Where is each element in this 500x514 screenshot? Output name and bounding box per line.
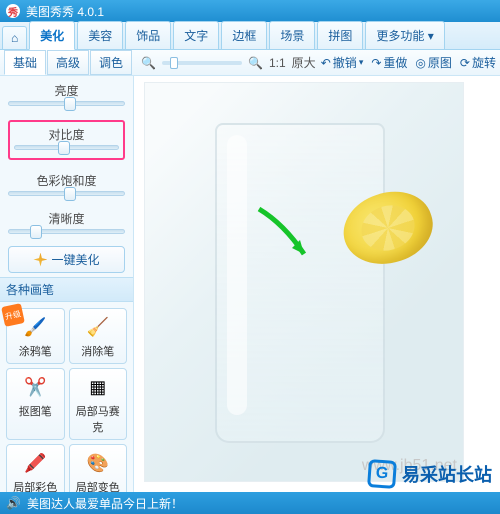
saturation-slider[interactable]	[8, 191, 125, 196]
tool-recolor[interactable]: 🎨局部变色笔	[69, 444, 128, 492]
subtabs: 基础 高级 调色	[4, 50, 133, 75]
site-name: 易采站长站	[402, 461, 492, 487]
status-bar: 🔊 美图达人最爱单品今日上新！	[0, 492, 500, 514]
contrast-slider[interactable]	[14, 145, 119, 150]
toolbar: 基础 高级 调色 🔍 🔍 1:1 原大 ↶撤销▾ ↷重做 ◎原图 ⟳旋转	[0, 50, 500, 76]
subtab-basic[interactable]: 基础	[4, 50, 46, 75]
color-brush-icon: 🖍️	[21, 449, 49, 477]
canvas-area: www.jb51.net	[134, 76, 500, 492]
onekey-beautify-button[interactable]: 一键美化	[8, 246, 125, 273]
tab-text[interactable]: 文字	[173, 21, 219, 49]
brightness-slider[interactable]	[8, 101, 125, 106]
subtab-tone[interactable]: 调色	[90, 50, 132, 75]
mosaic-icon: ▦	[84, 373, 112, 401]
tab-home[interactable]: ⌂	[2, 26, 27, 49]
sharpness-label: 清晰度	[8, 210, 125, 227]
eraser-icon: 🧹	[84, 313, 112, 341]
brush-section-title: 各种画笔	[0, 277, 133, 302]
brush-icon: 🖌️	[21, 313, 49, 341]
rotate-button[interactable]: ⟳旋转	[460, 54, 496, 71]
contrast-highlight: 对比度	[8, 120, 125, 160]
brightness-block: 亮度	[0, 76, 133, 114]
tool-colorize[interactable]: 🖍️局部彩色笔	[6, 444, 65, 492]
image-preview[interactable]: www.jb51.net	[144, 82, 464, 482]
zoom-label[interactable]: 原大	[292, 54, 316, 71]
speaker-icon: 🔊	[6, 496, 21, 510]
zoom-in-icon[interactable]: 🔍	[248, 56, 263, 70]
zoom-slider[interactable]	[162, 61, 242, 65]
footer-text: 美图达人最爱单品今日上新！	[27, 495, 183, 512]
wand-icon	[33, 253, 47, 267]
tab-collage[interactable]: 拼图	[317, 21, 363, 49]
undo-button[interactable]: ↶撤销▾	[321, 54, 364, 71]
tab-more[interactable]: 更多功能 ▾	[365, 21, 444, 49]
zoom-ratio: 1:1	[269, 56, 286, 70]
tool-graffiti[interactable]: 升级 🖌️涂鸦笔	[6, 308, 65, 364]
sharpness-block: 清晰度	[0, 204, 133, 242]
title-bar: 秀 美图秀秀 4.0.1	[0, 0, 500, 22]
tab-face[interactable]: 美容	[77, 21, 123, 49]
main-area: 亮度 对比度 色彩饱和度 清晰度 一键美化 各种画笔 升级 🖌️涂鸦笔	[0, 76, 500, 492]
saturation-block: 色彩饱和度	[0, 166, 133, 204]
subtab-advanced[interactable]: 高级	[47, 50, 89, 75]
zoom-out-icon[interactable]: 🔍	[141, 56, 156, 70]
glass-graphic	[215, 123, 385, 443]
sidebar: 亮度 对比度 色彩饱和度 清晰度 一键美化 各种画笔 升级 🖌️涂鸦笔	[0, 76, 134, 492]
tab-scene[interactable]: 场景	[269, 21, 315, 49]
site-mark-icon: G	[367, 459, 397, 489]
upgrade-badge: 升级	[1, 303, 25, 327]
onekey-label: 一键美化	[51, 251, 99, 268]
brush-grid: 升级 🖌️涂鸦笔 🧹消除笔 ✂️抠图笔 ▦局部马赛克 🖍️局部彩色笔 🎨局部变色…	[0, 302, 133, 492]
main-tabs: ⌂ 美化 美容 饰品 文字 边框 场景 拼图 更多功能 ▾	[0, 22, 500, 50]
scissors-icon: ✂️	[21, 373, 49, 401]
original-button[interactable]: ◎原图	[415, 54, 452, 71]
site-logo: G 易采站长站	[368, 460, 492, 488]
sharpness-slider[interactable]	[8, 229, 125, 234]
tab-frame[interactable]: 边框	[221, 21, 267, 49]
app-title: 美图秀秀 4.0.1	[26, 3, 104, 20]
redo-button[interactable]: ↷重做	[371, 54, 407, 71]
app-logo-icon: 秀	[6, 4, 20, 18]
tool-mosaic[interactable]: ▦局部马赛克	[69, 368, 128, 440]
zoom-controls: 🔍 🔍 1:1 原大	[141, 54, 316, 71]
tool-eraser[interactable]: 🧹消除笔	[69, 308, 128, 364]
tab-beautify[interactable]: 美化	[29, 21, 75, 50]
tab-decor[interactable]: 饰品	[125, 21, 171, 49]
tool-cutout[interactable]: ✂️抠图笔	[6, 368, 65, 440]
recolor-icon: 🎨	[84, 449, 112, 477]
contrast-block: 对比度	[0, 114, 133, 166]
toolbar-right: ↶撤销▾ ↷重做 ◎原图 ⟳旋转	[321, 54, 496, 71]
